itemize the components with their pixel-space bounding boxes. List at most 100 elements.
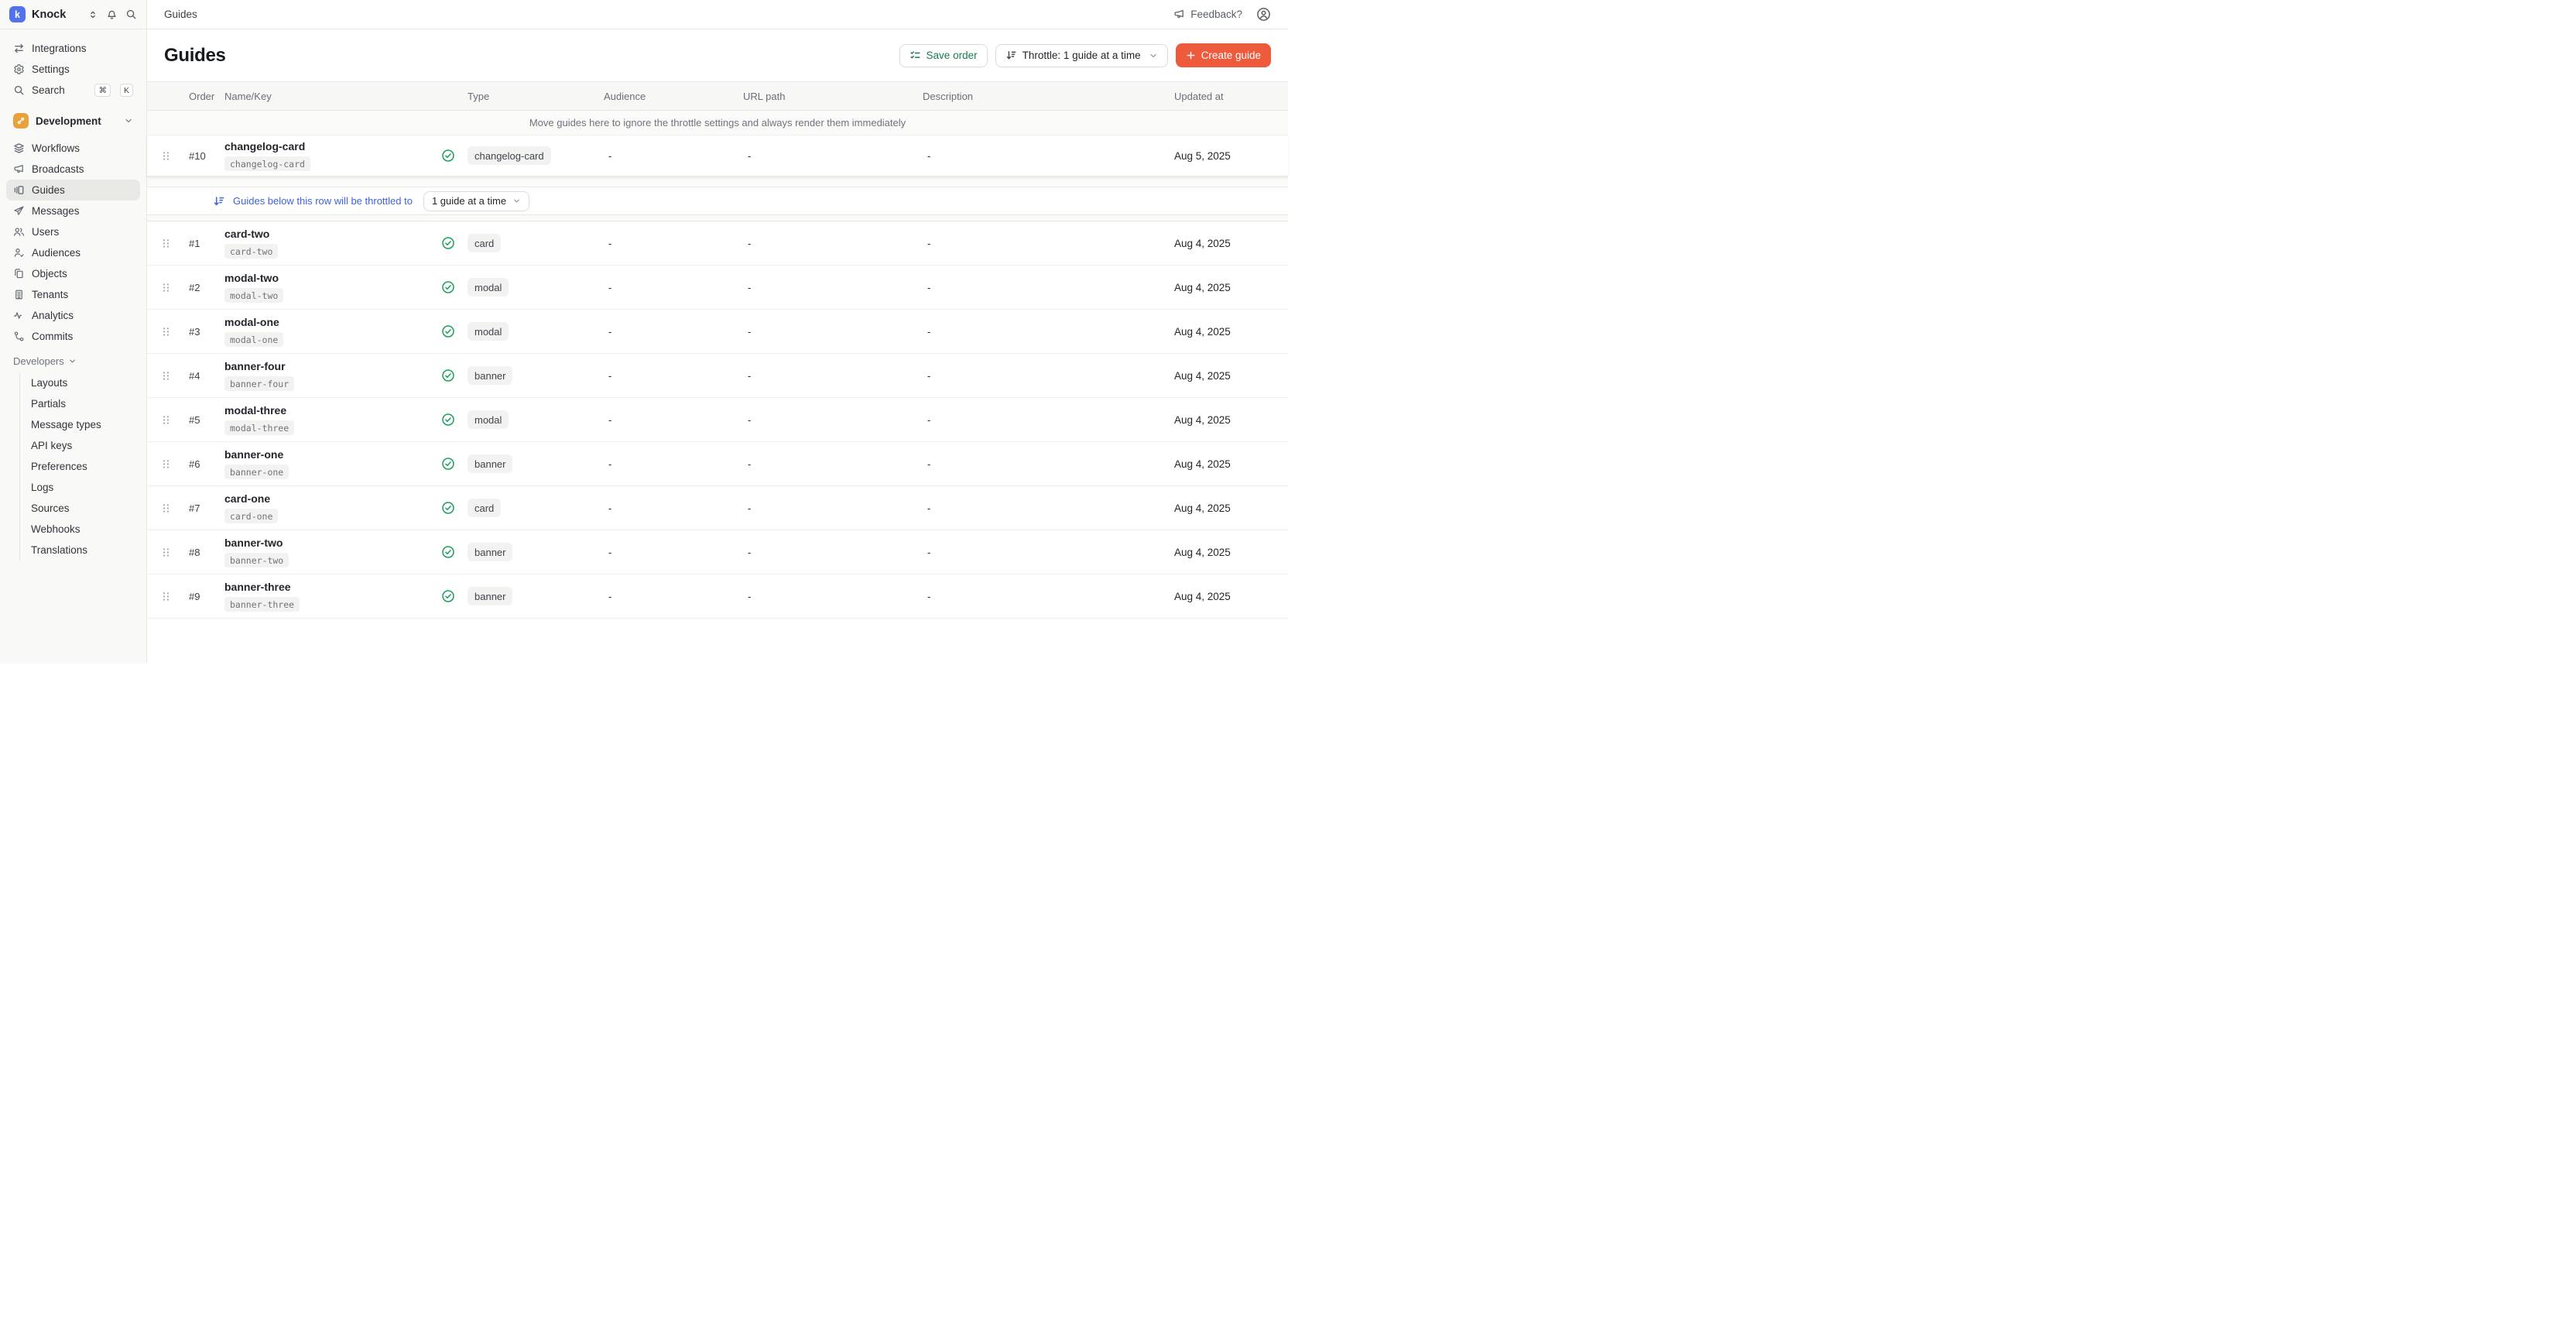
sort-descending-icon	[213, 195, 225, 207]
sidebar-item-tenants[interactable]: Tenants	[6, 284, 140, 305]
sidebar-item-api-keys[interactable]: API keys	[20, 435, 140, 456]
throttle-label: Throttle: 1 guide at a time	[1023, 50, 1141, 61]
table-row[interactable]: #3 modal-onemodal-one modal - - - Aug 4,…	[147, 310, 1288, 354]
guide-key: modal-two	[224, 288, 283, 303]
drag-handle[interactable]	[147, 591, 184, 602]
sidebar-item-label: Layouts	[31, 377, 67, 389]
row-order: #6	[184, 458, 224, 470]
create-guide-button[interactable]: Create guide	[1176, 43, 1271, 67]
table-row[interactable]: #8 banner-twobanner-two banner - - - Aug…	[147, 530, 1288, 574]
status-check-icon	[441, 149, 455, 163]
guide-name[interactable]: card-two	[224, 228, 438, 240]
sidebar-item-users[interactable]: Users	[6, 221, 140, 242]
row-order: #9	[184, 591, 224, 602]
send-icon	[13, 205, 25, 217]
col-header-audience: Audience	[601, 91, 740, 102]
drag-handle[interactable]	[147, 282, 184, 293]
guide-name[interactable]: modal-two	[224, 272, 438, 284]
table-row[interactable]: #5 modal-threemodal-three modal - - - Au…	[147, 398, 1288, 442]
developers-section-toggle[interactable]: Developers	[6, 347, 140, 372]
guide-name[interactable]: banner-three	[224, 581, 438, 593]
row-url-path: -	[740, 502, 920, 514]
drag-handle[interactable]	[147, 150, 184, 162]
environment-selector[interactable]: Development	[6, 109, 140, 132]
drag-handle[interactable]	[147, 238, 184, 249]
drag-handle[interactable]	[147, 458, 184, 470]
sidebar-item-objects[interactable]: Objects	[6, 263, 140, 284]
row-url-path: -	[740, 547, 920, 558]
drag-handle[interactable]	[147, 326, 184, 338]
type-badge: card	[468, 499, 501, 517]
sidebar-item-layouts[interactable]: Layouts	[20, 372, 140, 393]
workspace-updown-icon[interactable]	[87, 9, 98, 20]
drag-handle[interactable]	[147, 414, 184, 426]
row-updated-at: Aug 4, 2025	[1173, 458, 1288, 470]
guide-name[interactable]: modal-one	[224, 316, 438, 328]
sidebar-item-messages[interactable]: Messages	[6, 201, 140, 221]
sidebar-item-sources[interactable]: Sources	[20, 498, 140, 519]
drag-handle[interactable]	[147, 547, 184, 558]
immediate-zone: Move guides here to ignore the throttle …	[147, 111, 1288, 187]
throttle-count-dropdown[interactable]: 1 guide at a time	[423, 191, 529, 211]
workspace-switcher[interactable]: k Knock	[0, 0, 146, 29]
status-check-icon	[441, 589, 455, 603]
sidebar-item-broadcasts[interactable]: Broadcasts	[6, 159, 140, 180]
sidebar-item-commits[interactable]: Commits	[6, 326, 140, 347]
sidebar-item-workflows[interactable]: Workflows	[6, 138, 140, 159]
guide-name[interactable]: changelog-card	[224, 140, 438, 153]
sidebar-item-label: Broadcasts	[32, 163, 84, 175]
sidebar-item-message-types[interactable]: Message types	[20, 414, 140, 435]
throttle-dropdown-button[interactable]: Throttle: 1 guide at a time	[995, 44, 1168, 67]
sidebar-item-label: Tenants	[32, 289, 68, 300]
search-icon[interactable]	[125, 9, 137, 20]
developers-subnav: Layouts Partials Message types API keys …	[19, 372, 140, 561]
save-order-button[interactable]: Save order	[899, 44, 988, 67]
guide-name[interactable]: banner-two	[224, 537, 438, 549]
table-row[interactable]: #1 card-twocard-two card - - - Aug 4, 20…	[147, 221, 1288, 266]
table-row[interactable]: #7 card-onecard-one card - - - Aug 4, 20…	[147, 486, 1288, 530]
guide-name[interactable]: banner-four	[224, 360, 438, 372]
drag-handle[interactable]	[147, 502, 184, 514]
guide-name[interactable]: modal-three	[224, 404, 438, 417]
col-header-description: Description	[920, 91, 1173, 102]
row-updated-at: Aug 4, 2025	[1173, 370, 1288, 382]
main-content: Guides Feedback? Guides Save order Throt…	[147, 0, 1288, 664]
type-badge: banner	[468, 587, 512, 605]
sidebar-item-search[interactable]: Search ⌘ K	[6, 80, 140, 101]
user-avatar[interactable]	[1256, 7, 1271, 22]
drag-handle[interactable]	[147, 370, 184, 382]
row-description: -	[920, 547, 1173, 558]
guide-name[interactable]: card-one	[224, 492, 438, 505]
sidebar-item-webhooks[interactable]: Webhooks	[20, 519, 140, 540]
notifications-bell-icon[interactable]	[106, 9, 118, 20]
type-badge: modal	[468, 278, 509, 297]
sidebar-item-translations[interactable]: Translations	[20, 540, 140, 561]
row-url-path: -	[740, 591, 920, 602]
sidebar-item-preferences[interactable]: Preferences	[20, 456, 140, 477]
sidebar-item-integrations[interactable]: Integrations	[6, 38, 140, 59]
table-row[interactable]: #9 banner-threebanner-three banner - - -…	[147, 574, 1288, 619]
table-row[interactable]: #6 banner-onebanner-one banner - - - Aug…	[147, 442, 1288, 486]
table-row[interactable]: #2 modal-twomodal-two modal - - - Aug 4,…	[147, 266, 1288, 310]
status-check-icon	[441, 324, 455, 338]
layers-icon	[13, 142, 25, 154]
guide-key: banner-three	[224, 597, 300, 612]
status-check-icon	[441, 236, 455, 250]
sidebar-item-label: Message types	[31, 419, 101, 430]
sidebar-item-label: Partials	[31, 398, 66, 410]
table-row[interactable]: #4 banner-fourbanner-four banner - - - A…	[147, 354, 1288, 398]
sidebar-item-analytics[interactable]: Analytics	[6, 305, 140, 326]
feedback-button[interactable]: Feedback?	[1173, 9, 1242, 20]
sidebar-item-partials[interactable]: Partials	[20, 393, 140, 414]
sidebar-item-logs[interactable]: Logs	[20, 477, 140, 498]
sidebar-item-guides[interactable]: Guides	[6, 180, 140, 201]
table-header: Order Name/Key Type Audience URL path De…	[147, 81, 1288, 111]
sidebar-item-audiences[interactable]: Audiences	[6, 242, 140, 263]
guide-name[interactable]: banner-one	[224, 448, 438, 461]
activity-pulse-icon	[13, 310, 25, 321]
table-row[interactable]: #10 changelog-cardchangelog-card changel…	[147, 135, 1288, 177]
sidebar-item-settings[interactable]: Settings	[6, 59, 140, 80]
col-header-type: Type	[438, 91, 601, 102]
row-updated-at: Aug 4, 2025	[1173, 502, 1288, 514]
row-url-path: -	[740, 326, 920, 338]
